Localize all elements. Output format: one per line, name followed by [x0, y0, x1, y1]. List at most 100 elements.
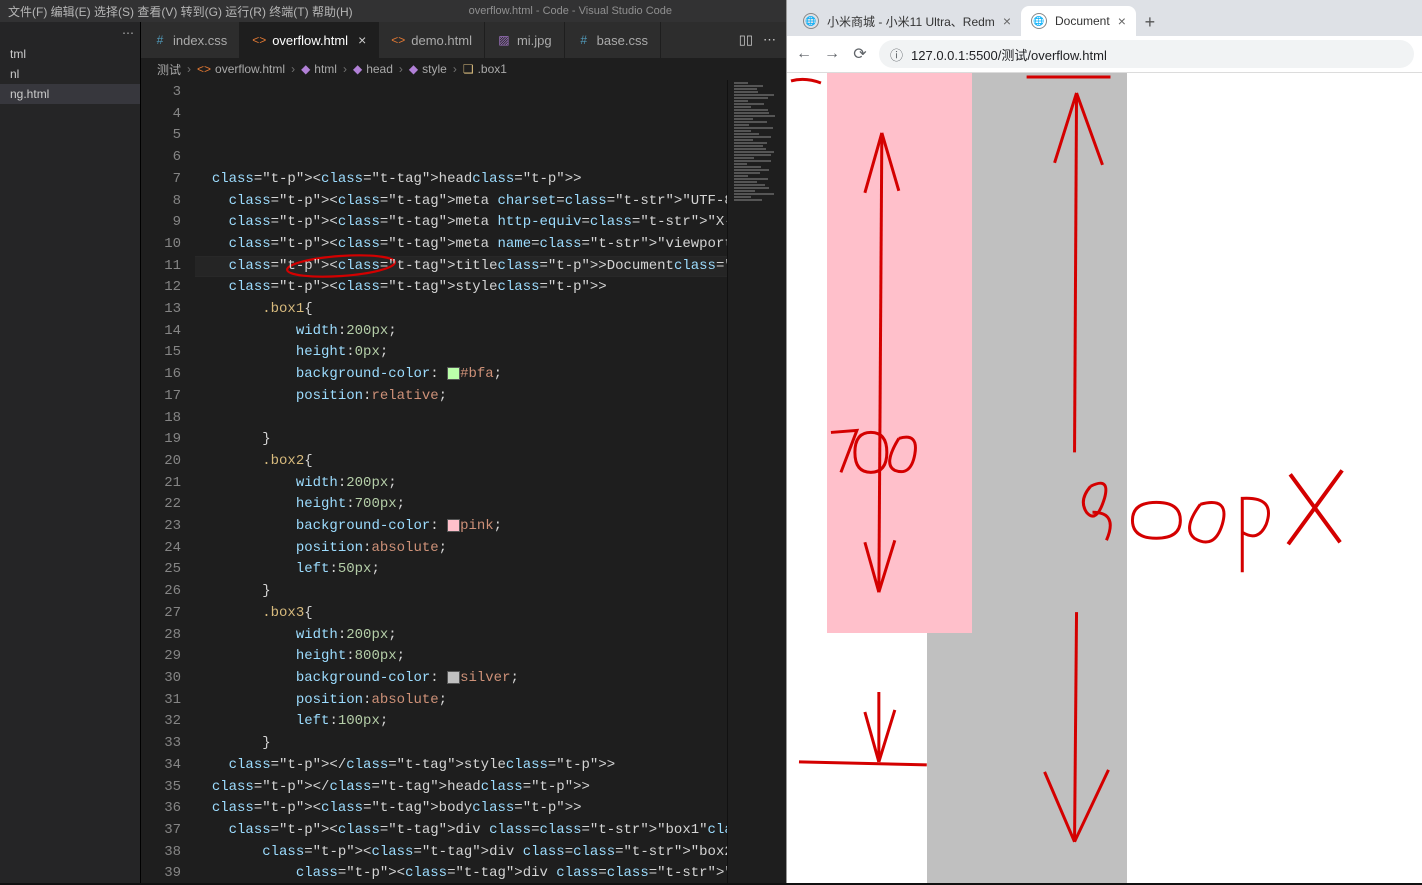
- tab-title: 小米商城 - 小米11 Ultra、Redm: [827, 13, 995, 30]
- html-file-icon: <>: [391, 33, 405, 47]
- address-bar[interactable]: ⓘ 127.0.0.1:5500/测试/overflow.html: [879, 40, 1414, 68]
- code-line[interactable]: width:200px;: [195, 625, 727, 647]
- site-info-icon[interactable]: ⓘ: [890, 45, 903, 64]
- new-tab-button[interactable]: +: [1136, 8, 1164, 36]
- line-gutter: 3456789101112131415161718192021222324252…: [141, 80, 195, 883]
- editor-tab[interactable]: # index.css: [141, 22, 240, 58]
- code-line[interactable]: background-color: silver;: [195, 668, 727, 690]
- reload-button[interactable]: ⟳: [851, 44, 869, 64]
- class-symbol-icon: ❏: [463, 62, 474, 76]
- browser-tab[interactable]: 🌐 Document ×: [1021, 6, 1136, 36]
- code-line[interactable]: class="t-p"><class="t-tag">div class=cla…: [195, 842, 727, 864]
- breadcrumb-item[interactable]: ◆style: [409, 62, 447, 76]
- close-icon[interactable]: ×: [1003, 13, 1011, 29]
- code-line[interactable]: class="t-p"><class="t-tag">meta charset=…: [195, 191, 727, 213]
- favicon-icon: 🌐: [1031, 13, 1047, 29]
- code-line[interactable]: class="t-p"><class="t-tag">bodyclass="t-…: [195, 798, 727, 820]
- tab-label: index.css: [173, 33, 227, 48]
- tab-label: overflow.html: [272, 33, 348, 48]
- back-button[interactable]: ←: [795, 45, 813, 63]
- code-area[interactable]: class="t-p"><class="t-tag">headclass="t-…: [195, 80, 727, 883]
- code-line[interactable]: width:200px;: [195, 473, 727, 495]
- editor-tabs[interactable]: # index.css <> overflow.html × <>demo.html ▨ mi…: [141, 22, 786, 58]
- page-viewport[interactable]: [787, 73, 1422, 883]
- browser-tab[interactable]: 🌐 小米商城 - 小米11 Ultra、Redm ×: [793, 6, 1021, 36]
- tab-title: Document: [1055, 14, 1110, 28]
- tab-label: mi.jpg: [517, 33, 552, 48]
- code-line[interactable]: }: [195, 581, 727, 603]
- symbol-icon: ◆: [353, 62, 362, 76]
- split-editor-icon[interactable]: ▯▯: [739, 32, 753, 48]
- chevron-right-icon: ›: [399, 62, 403, 76]
- code-line[interactable]: .box2{: [195, 451, 727, 473]
- chevron-right-icon: ›: [291, 62, 295, 76]
- breadcrumb-item[interactable]: 测试: [157, 61, 181, 78]
- code-editor[interactable]: 3456789101112131415161718192021222324252…: [141, 80, 786, 883]
- vscode-menubar[interactable]: 文件(F) 编辑(E) 选择(S) 查看(V) 转到(G) 运行(R) 终端(T…: [0, 0, 786, 22]
- explorer-actions[interactable]: ⋯: [0, 22, 140, 44]
- code-line[interactable]: .box3{: [195, 603, 727, 625]
- explorer-panel[interactable]: ⋯ tmlnlng.html: [0, 22, 141, 883]
- explorer-item[interactable]: nl: [0, 64, 140, 84]
- code-line[interactable]: background-color: #bfa;: [195, 364, 727, 386]
- chevron-right-icon: ›: [453, 62, 457, 76]
- code-line[interactable]: height:0px;: [195, 342, 727, 364]
- css-file-icon: #: [153, 33, 167, 47]
- close-icon[interactable]: ×: [1118, 13, 1126, 29]
- vscode-window: 文件(F) 编辑(E) 选择(S) 查看(V) 转到(G) 运行(R) 终端(T…: [0, 0, 786, 883]
- close-icon[interactable]: ×: [358, 32, 366, 48]
- code-line[interactable]: [195, 408, 727, 430]
- code-line[interactable]: class="t-p"><class="t-tag">meta name=cla…: [195, 234, 727, 256]
- menubar-items[interactable]: 文件(F) 编辑(E) 选择(S) 查看(V) 转到(G) 运行(R) 终端(T…: [8, 3, 353, 20]
- chevron-right-icon: ›: [187, 62, 191, 76]
- explorer-item[interactable]: ng.html: [0, 84, 140, 104]
- symbol-icon: ◆: [409, 62, 418, 76]
- code-line[interactable]: height:800px;: [195, 646, 727, 668]
- code-line[interactable]: left:100px;: [195, 711, 727, 733]
- breadcrumb-item[interactable]: ◆head: [353, 62, 393, 76]
- chevron-right-icon: ›: [343, 62, 347, 76]
- url-text: 127.0.0.1:5500/测试/overflow.html: [911, 45, 1107, 64]
- editor-tab[interactable]: <> overflow.html ×: [240, 22, 379, 58]
- code-line[interactable]: }: [195, 733, 727, 755]
- explorer-item[interactable]: tml: [0, 44, 140, 64]
- code-line[interactable]: class="t-p"></class="t-tag">headclass="t…: [195, 777, 727, 799]
- code-line[interactable]: left:50px;: [195, 559, 727, 581]
- tab-label: base.css: [597, 33, 648, 48]
- breadcrumbs[interactable]: 测试 › <>overflow.html › ◆html › ◆head › ◆style › ❏.…: [141, 58, 786, 80]
- chrome-window: 🌐 小米商城 - 小米11 Ultra、Redm × 🌐 Document × + ← → …: [786, 0, 1422, 883]
- css-file-icon: #: [577, 33, 591, 47]
- code-line[interactable]: class="t-p"><class="t-tag">headclass="t-…: [195, 169, 727, 191]
- code-line[interactable]: }: [195, 429, 727, 451]
- forward-button[interactable]: →: [823, 45, 841, 63]
- minimap[interactable]: [727, 80, 786, 883]
- html-file-icon: <>: [197, 62, 211, 76]
- chrome-tabstrip[interactable]: 🌐 小米商城 - 小米11 Ultra、Redm × 🌐 Document × +: [787, 0, 1422, 36]
- more-actions-icon[interactable]: ⋯: [763, 32, 776, 48]
- code-line[interactable]: height:700px;: [195, 494, 727, 516]
- code-line[interactable]: position:absolute;: [195, 690, 727, 712]
- breadcrumb-item[interactable]: ❏.box1: [463, 62, 507, 76]
- code-line[interactable]: .box1{: [195, 299, 727, 321]
- code-line[interactable]: class="t-p"><class="t-tag">div class=cla…: [195, 820, 727, 842]
- favicon-icon: 🌐: [803, 13, 819, 29]
- html-file-icon: <>: [252, 33, 266, 47]
- ellipsis-icon[interactable]: ⋯: [122, 26, 134, 40]
- editor-tab[interactable]: <>demo.html: [379, 22, 485, 58]
- breadcrumb-item[interactable]: <>overflow.html: [197, 62, 285, 76]
- img-file-icon: ▨: [497, 33, 511, 47]
- code-line[interactable]: class="t-p"><class="t-tag">titleclass="t…: [195, 256, 727, 278]
- code-line[interactable]: class="t-p"></class="t-tag">styleclass="…: [195, 755, 727, 777]
- code-line[interactable]: class="t-p"><class="t-tag">div class=cla…: [195, 863, 727, 883]
- editor-tab[interactable]: ▨ mi.jpg: [485, 22, 565, 58]
- window-title: overflow.html - Code - Visual Studio Cod…: [363, 5, 778, 17]
- editor-tab[interactable]: # base.css: [565, 22, 661, 58]
- code-line[interactable]: class="t-p"><class="t-tag">styleclass="t…: [195, 277, 727, 299]
- code-line[interactable]: position:absolute;: [195, 538, 727, 560]
- code-line[interactable]: class="t-p"><class="t-tag">meta http-equ…: [195, 212, 727, 234]
- code-line[interactable]: background-color: pink;: [195, 516, 727, 538]
- chrome-toolbar[interactable]: ← → ⟳ ⓘ 127.0.0.1:5500/测试/overflow.html: [787, 36, 1422, 73]
- breadcrumb-item[interactable]: ◆html: [301, 62, 337, 76]
- code-line[interactable]: width:200px;: [195, 321, 727, 343]
- code-line[interactable]: position:relative;: [195, 386, 727, 408]
